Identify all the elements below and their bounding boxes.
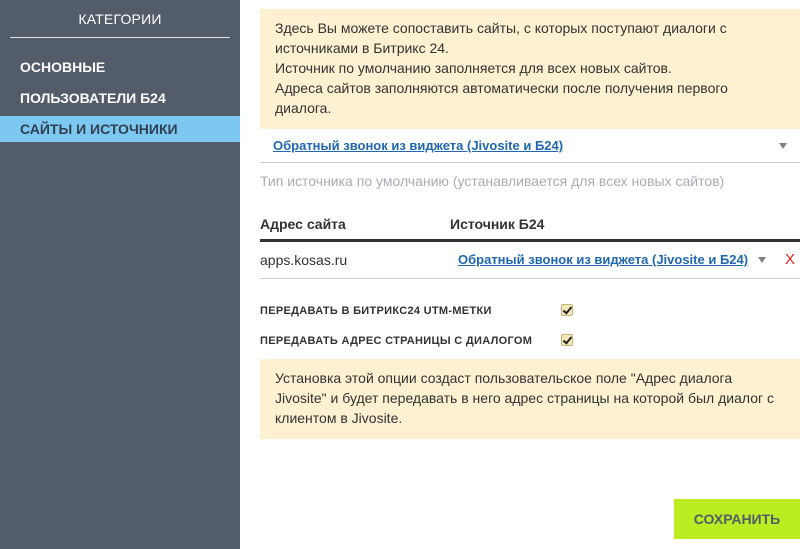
sidebar-menu: ОСНОВНЫЕ ПОЛЬЗОВАТЕЛИ Б24 САЙТЫ И ИСТОЧН… xyxy=(0,54,240,147)
default-source-value[interactable]: Обратный звонок из виджета (Jivosite и Б… xyxy=(273,138,563,153)
page-address-checkbox[interactable] xyxy=(561,334,573,346)
row-source-value[interactable]: Обратный звонок из виджета (Jivosite и Б… xyxy=(458,252,748,267)
column-header-source: Источник Б24 xyxy=(450,216,545,232)
option-page-address-label: ПЕРЕДАВАТЬ АДРЕС СТРАНИЦЫ С ДИАЛОГОМ xyxy=(260,335,533,347)
utm-checkbox[interactable] xyxy=(561,304,573,316)
info-line: Источник по умолчанию заполняется для вс… xyxy=(275,60,672,76)
default-source-hint: Тип источника по умолчанию (устанавливае… xyxy=(260,173,725,189)
site-address: apps.kosas.ru xyxy=(260,252,348,268)
sidebar: КАТЕГОРИИ ОСНОВНЫЕ ПОЛЬЗОВАТЕЛИ Б24 САЙТ… xyxy=(0,0,240,549)
sidebar-item-sites-sources[interactable]: САЙТЫ И ИСТОЧНИКИ xyxy=(0,116,240,142)
info-line: Здесь Вы можете сопоставить сайты, с кот… xyxy=(275,20,727,56)
remove-row-button[interactable]: X xyxy=(785,251,795,268)
chevron-down-icon xyxy=(779,143,787,149)
main-content: Здесь Вы можете сопоставить сайты, с кот… xyxy=(260,0,800,549)
option-notice: Установка этой опции создаст пользовател… xyxy=(260,359,800,439)
column-header-site: Адрес сайта xyxy=(260,216,346,232)
table-row: apps.kosas.ru Обратный звонок из виджета… xyxy=(260,242,800,279)
info-line: Адреса сайтов заполняются автоматически … xyxy=(275,80,728,116)
option-utm-label: ПЕРЕДАВАТЬ В БИТРИКС24 UTM-МЕТКИ xyxy=(260,305,492,317)
save-button[interactable]: СОХРАНИТЬ xyxy=(674,499,800,539)
sidebar-divider xyxy=(10,37,230,38)
default-source-select[interactable]: Обратный звонок из виджета (Jivosite и Б… xyxy=(260,129,800,163)
sidebar-title: КАТЕГОРИИ xyxy=(78,11,162,27)
sidebar-item-users-b24[interactable]: ПОЛЬЗОВАТЕЛИ Б24 xyxy=(0,85,240,111)
option-page-address: ПЕРЕДАВАТЬ АДРЕС СТРАНИЦЫ С ДИАЛОГОМ xyxy=(260,332,800,352)
option-utm: ПЕРЕДАВАТЬ В БИТРИКС24 UTM-МЕТКИ xyxy=(260,302,800,322)
info-notice: Здесь Вы можете сопоставить сайты, с кот… xyxy=(260,9,800,129)
sites-table-header: Адрес сайта Источник Б24 xyxy=(260,216,800,242)
chevron-down-icon xyxy=(758,257,766,263)
row-source-select[interactable]: Обратный звонок из виджета (Jivosite и Б… xyxy=(458,242,770,278)
sidebar-item-main[interactable]: ОСНОВНЫЕ xyxy=(0,54,240,80)
